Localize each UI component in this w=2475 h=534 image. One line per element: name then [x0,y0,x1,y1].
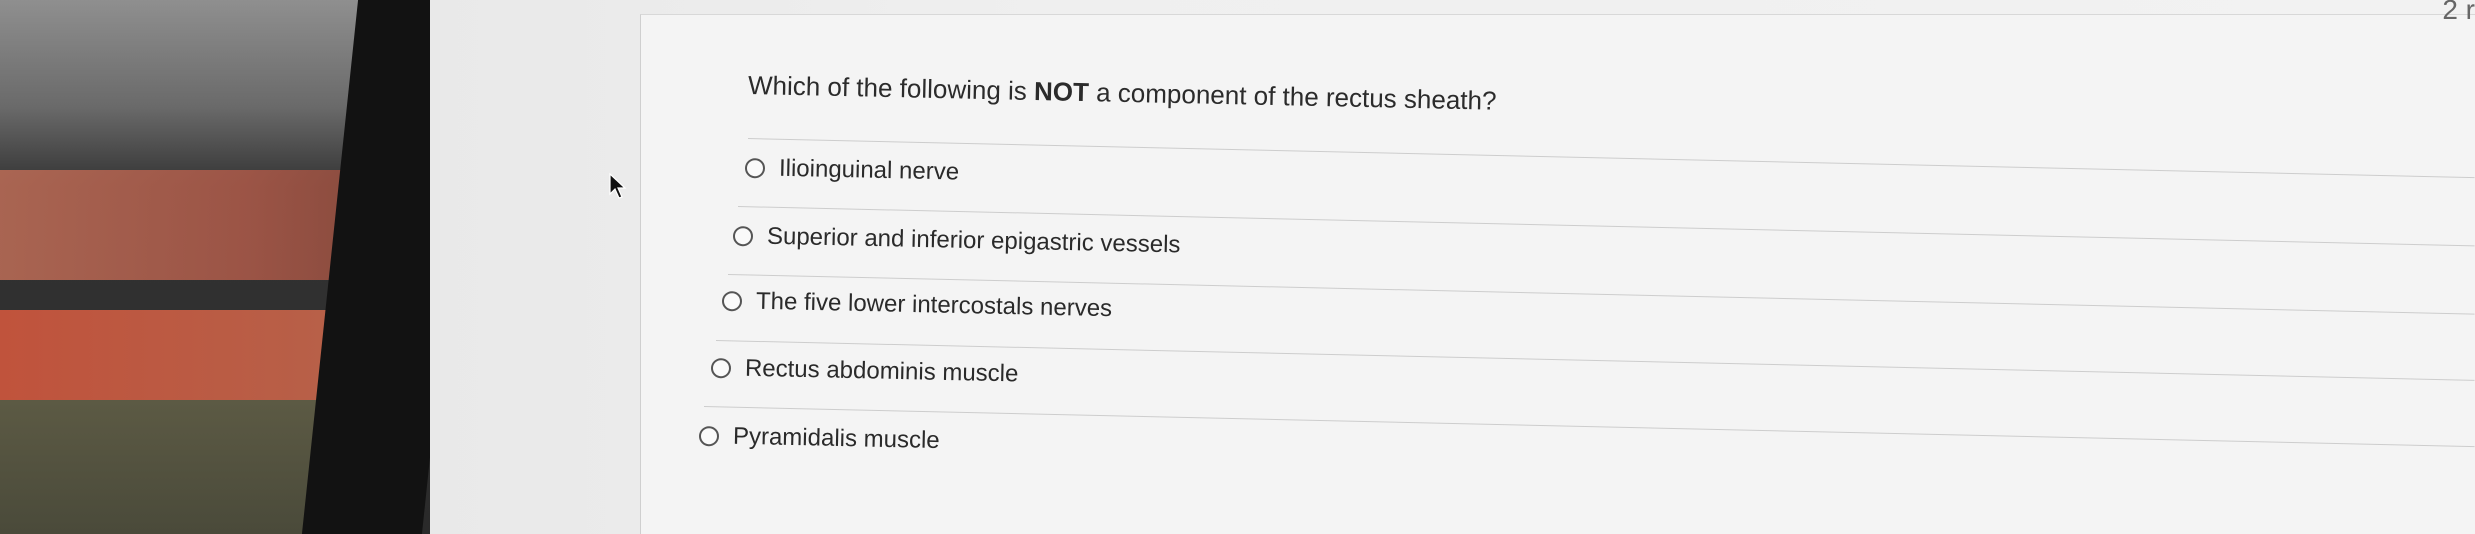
mouse-pointer-icon [609,172,627,199]
question-prefix: Which of the following is [747,70,1035,106]
answer-option-1[interactable]: Ilioinguinal nerve [744,154,960,186]
radio-button[interactable] [732,226,754,247]
option-label: Pyramidalis muscle [732,422,940,455]
radio-button[interactable] [710,358,732,379]
radio-button[interactable] [744,158,766,179]
option-label: Ilioinguinal nerve [778,154,960,186]
radio-button[interactable] [721,291,743,312]
radio-button[interactable] [698,426,720,447]
photo-stage: 2 r Which of the following is NOT a comp… [0,0,2475,534]
page-corner-text: 2 r [2442,0,2475,25]
question-emphasis: NOT [1033,75,1090,108]
answer-option-5[interactable]: Pyramidalis muscle [698,422,940,455]
option-label: Rectus abdominis muscle [744,354,1019,388]
